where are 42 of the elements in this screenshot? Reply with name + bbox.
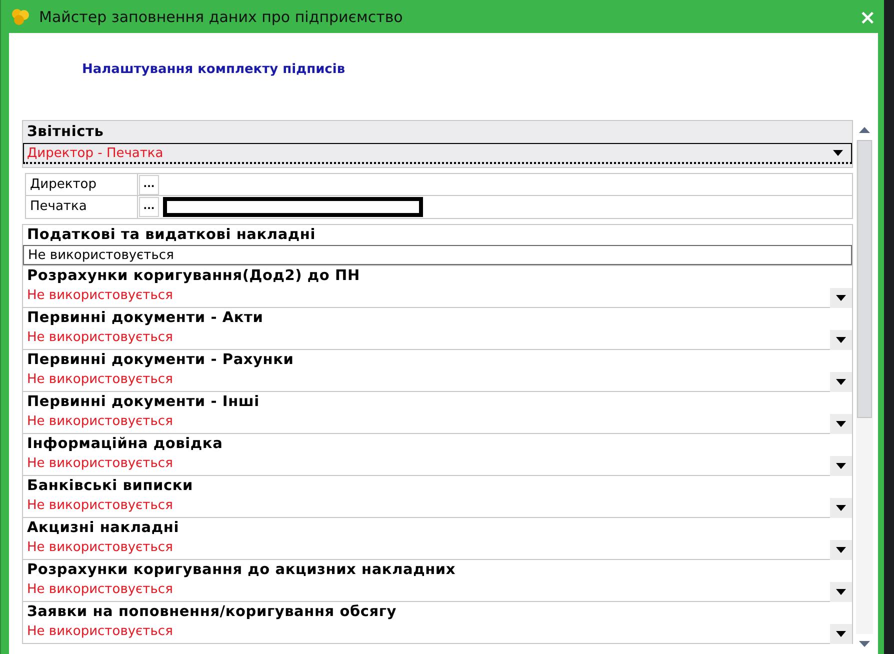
signer-field[interactable]	[163, 197, 423, 217]
section-title: Первинні документи - Акти	[26, 309, 264, 328]
section-title: Первинні документи - Інші	[26, 393, 260, 412]
section-title: Податкові та видаткові накладні	[26, 226, 317, 245]
dropdown-field[interactable]: Не використовується	[23, 328, 852, 348]
browse-button[interactable]: ...	[139, 197, 159, 217]
dropdown-field[interactable]: Не використовується	[23, 622, 852, 642]
dropdown-arrow-icon	[836, 295, 846, 301]
dropdown-arrow-icon	[836, 631, 846, 637]
dropdown-field[interactable]: Не використовується	[23, 370, 852, 390]
dropdown-arrow-icon	[836, 547, 846, 553]
dropdown-arrow-icon	[833, 150, 843, 156]
flower-icon	[11, 8, 31, 26]
section-title: Заявки на поповнення/коригування обсягу	[26, 603, 398, 622]
section-title: Інформаційна довідка	[26, 435, 224, 454]
section-title: Первинні документи - Рахунки	[26, 351, 295, 370]
section-title: Звітність	[26, 123, 105, 142]
value-field[interactable]: Не використовується	[23, 245, 852, 265]
dropdown-field[interactable]: Не використовується	[23, 496, 852, 516]
section-title: Акцизні накладні	[26, 519, 180, 538]
signer-label: Директор	[26, 174, 138, 195]
window-title: Майстер заповнення даних про підприємство	[39, 8, 403, 26]
dropdown-arrow-icon	[836, 337, 846, 343]
section-title: Розрахунки коригування до акцизних накладних	[26, 561, 457, 580]
section-title: Банківські виписки	[26, 477, 194, 496]
section-title: Розрахунки коригування(Дод2) до ПН	[26, 267, 361, 286]
dropdown-arrow-icon	[836, 505, 846, 511]
dropdown-arrow-icon	[836, 379, 846, 385]
dropdown-field[interactable]: Не використовується	[23, 286, 852, 306]
dropdown-field[interactable]: Не використовується	[23, 412, 852, 432]
dropdown-field[interactable]: Директор - Печатка	[23, 143, 852, 164]
dropdown-field[interactable]: Не використовується	[23, 580, 852, 600]
browse-button[interactable]: ...	[139, 175, 159, 195]
dropdown-arrow-icon	[836, 421, 846, 427]
signer-label: Печатка	[26, 196, 138, 218]
scrollbar-thumb[interactable]	[857, 140, 872, 418]
dropdown-arrow-icon	[836, 589, 846, 595]
close-button[interactable]: ×	[859, 6, 878, 26]
dropdown-field[interactable]: Не використовується	[23, 538, 852, 558]
page-subtitle: Налаштування комплекту підписів	[82, 62, 346, 79]
dropdown-field[interactable]: Не використовується	[23, 454, 852, 474]
dropdown-arrow-icon	[836, 463, 846, 469]
